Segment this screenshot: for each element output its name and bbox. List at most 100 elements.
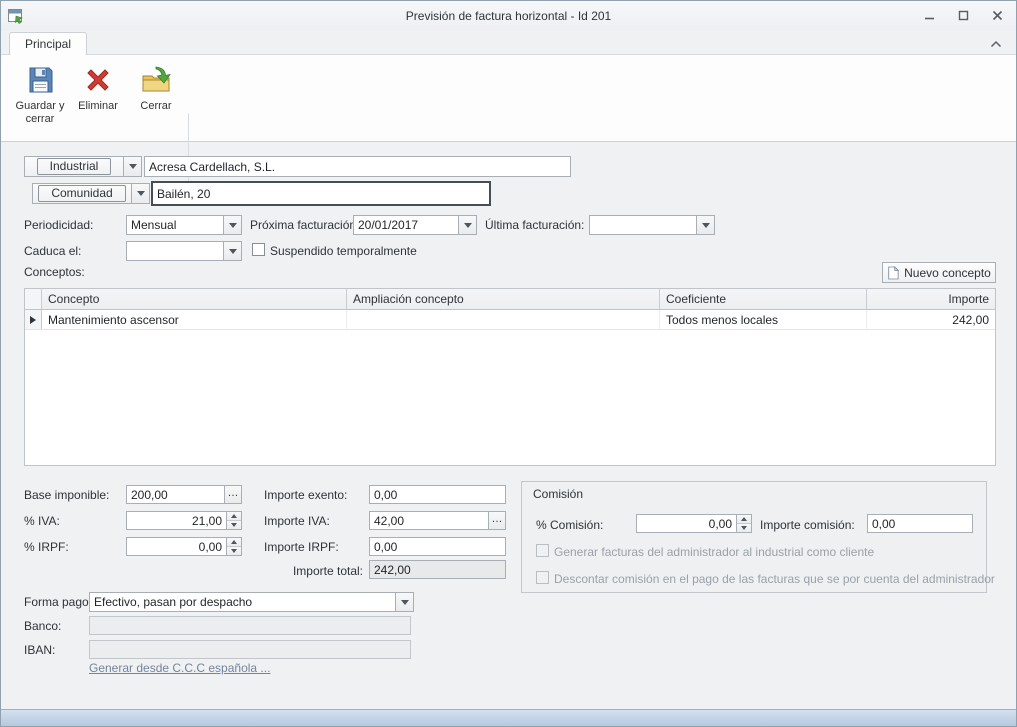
tab-principal[interactable]: Principal [9, 32, 87, 55]
collapse-ribbon-icon[interactable] [988, 36, 1004, 52]
ultima-facturacion-dropdown-icon[interactable] [696, 216, 714, 234]
comunidad-dropdown-icon[interactable] [131, 184, 149, 203]
nuevo-concepto-button[interactable]: Nuevo concepto [882, 262, 996, 283]
grid-col-coeficiente[interactable]: Coeficiente [660, 289, 867, 309]
window-controls [916, 6, 1010, 25]
importe-total-fieldwrap [369, 560, 506, 579]
comision-title: Comisión [533, 487, 583, 501]
cell-coeficiente[interactable]: Todos menos locales [660, 310, 867, 329]
forma-pago-value[interactable] [90, 593, 395, 611]
importe-comision-label: Importe comisión: [760, 518, 855, 532]
descontar-comision-label: Descontar comisión en el pago de las fac… [554, 572, 995, 586]
grid-col-concepto[interactable]: Concepto [42, 289, 347, 309]
pct-comision-label: % Comisión: [536, 518, 603, 532]
window-title: Previsión de factura horizontal - Id 201 [1, 1, 1016, 31]
maximize-button[interactable] [950, 6, 976, 25]
delete-icon [82, 64, 114, 96]
pct-comision-field[interactable] [637, 515, 736, 532]
pct-irpf-spin-up-icon[interactable] [227, 538, 241, 547]
pct-iva-spin-up-icon[interactable] [227, 512, 241, 521]
caduca-el-combo [126, 241, 242, 261]
pct-iva-spin-down-icon[interactable] [227, 521, 241, 529]
new-document-icon [887, 266, 899, 280]
caduca-el-dropdown-icon[interactable] [223, 242, 241, 260]
base-imponible-ellipsis-button[interactable] [224, 486, 241, 503]
app-window: Previsión de factura horizontal - Id 201… [0, 0, 1017, 727]
importe-iva-ellipsis-button[interactable] [488, 512, 505, 529]
cell-concepto[interactable]: Mantenimiento ascensor [42, 310, 347, 329]
grid-row[interactable]: Mantenimiento ascensor Todos menos local… [25, 310, 995, 330]
base-imponible-field[interactable] [127, 486, 224, 503]
importe-exento-field[interactable] [370, 486, 505, 503]
banco-label: Banco: [24, 619, 61, 633]
save-and-close-label: Guardar y cerrar [13, 100, 67, 126]
titlebar: Previsión de factura horizontal - Id 201 [1, 1, 1016, 31]
proxima-facturacion-dropdown-icon[interactable] [458, 216, 476, 234]
cell-ampliacion[interactable] [347, 310, 660, 329]
conceptos-grid: Concepto Ampliación concepto Coeficiente… [24, 288, 996, 466]
industrial-value-field[interactable] [145, 157, 570, 176]
importe-exento-fieldwrap [369, 485, 506, 504]
proxima-facturacion-value[interactable] [354, 216, 458, 234]
caduca-el-value[interactable] [127, 242, 223, 260]
comunidad-value-fieldwrap [152, 182, 490, 205]
suspendido-label: Suspendido temporalmente [270, 244, 417, 258]
importe-comision-field[interactable] [868, 515, 972, 532]
forma-pago-dropdown-icon[interactable] [395, 593, 413, 611]
pct-iva-field[interactable] [127, 512, 226, 529]
periodicidad-dropdown-icon[interactable] [223, 216, 241, 234]
save-icon [24, 64, 56, 96]
ultima-facturacion-value[interactable] [590, 216, 696, 234]
grid-indicator-header [25, 289, 42, 309]
periodicidad-label: Periodicidad: [24, 218, 93, 232]
comunidad-selector: Comunidad [32, 183, 150, 204]
pct-iva-label: % IVA: [24, 514, 60, 528]
industrial-dropdown-icon[interactable] [123, 157, 141, 176]
generar-facturas-checkbox [536, 544, 549, 557]
save-and-close-button[interactable]: Guardar y cerrar [13, 59, 67, 137]
pct-irpf-spin-down-icon[interactable] [227, 547, 241, 555]
importe-total-field [370, 561, 505, 578]
comunidad-button-label: Comunidad [38, 185, 125, 202]
importe-irpf-fieldwrap [369, 537, 506, 556]
cell-importe[interactable]: 242,00 [867, 310, 995, 329]
comunidad-value-field[interactable] [153, 183, 489, 204]
close-button[interactable] [984, 6, 1010, 25]
importe-iva-label: Importe IVA: [264, 514, 330, 528]
generar-ccc-link[interactable]: Generar desde C.C.C española ... [89, 661, 270, 675]
proxima-facturacion-combo [353, 215, 477, 235]
base-imponible-fieldwrap [126, 485, 242, 504]
periodicidad-combo [126, 215, 242, 235]
nuevo-concepto-label: Nuevo concepto [904, 266, 991, 280]
ribbon: Guardar y cerrar Eliminar Cerrar [1, 54, 1016, 142]
forma-pago-label: Forma pago: [24, 595, 92, 609]
importe-iva-field[interactable] [370, 512, 488, 529]
iban-field [90, 641, 410, 658]
generar-facturas-label: Generar facturas del administrador al in… [554, 545, 874, 559]
industrial-button[interactable]: Industrial [25, 157, 123, 176]
banco-field [90, 617, 410, 634]
descontar-comision-checkbox [536, 571, 549, 584]
caduca-el-label: Caduca el: [24, 244, 81, 258]
pct-comision-spin-down-icon[interactable] [737, 524, 751, 532]
minimize-button[interactable] [916, 6, 942, 25]
close-folder-icon [140, 64, 172, 96]
delete-label: Eliminar [78, 100, 118, 113]
pct-comision-spinner [736, 515, 751, 532]
suspendido-checkbox[interactable] [252, 243, 265, 256]
importe-irpf-field[interactable] [370, 538, 505, 555]
industrial-button-label: Industrial [37, 158, 112, 175]
pct-irpf-field[interactable] [127, 538, 226, 555]
close-form-label: Cerrar [140, 100, 171, 113]
periodicidad-value[interactable] [127, 216, 223, 234]
iban-label: IBAN: [24, 643, 55, 657]
pct-iva-fieldwrap [126, 511, 242, 530]
delete-button[interactable]: Eliminar [71, 59, 125, 137]
close-form-button[interactable]: Cerrar [129, 59, 183, 137]
statusbar [1, 709, 1016, 726]
grid-col-importe[interactable]: Importe [867, 289, 995, 309]
pct-comision-spin-up-icon[interactable] [737, 515, 751, 524]
grid-col-ampliacion[interactable]: Ampliación concepto [347, 289, 660, 309]
banco-fieldwrap [89, 616, 411, 635]
comunidad-button[interactable]: Comunidad [33, 184, 131, 203]
